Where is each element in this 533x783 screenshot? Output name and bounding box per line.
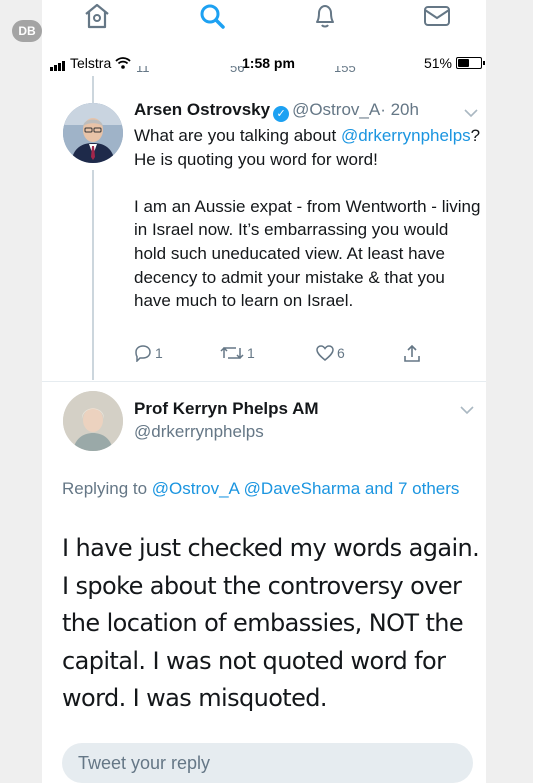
chevron-down-icon[interactable]: [464, 108, 478, 118]
replying-label: Replying to: [62, 479, 152, 498]
reply-input[interactable]: Tweet your reply: [62, 743, 473, 783]
user-badge: DB: [12, 20, 42, 42]
reply-icon: [135, 345, 151, 362]
screenshot-frame-left: [0, 0, 42, 783]
tweet-text: What are you talking about @drkerrynphel…: [134, 124, 484, 313]
avatar[interactable]: [63, 103, 123, 163]
previous-reply-count: 11: [136, 66, 150, 75]
share-button[interactable]: [402, 344, 422, 364]
previous-tweet-actions: 11 56 155: [120, 66, 440, 78]
person-avatar-icon: [63, 391, 123, 451]
messages-icon[interactable]: [422, 2, 452, 30]
search-icon[interactable]: [197, 2, 227, 30]
like-count: 6: [337, 345, 345, 361]
thread-line: [92, 76, 94, 104]
notifications-icon[interactable]: [310, 2, 340, 30]
tweet-text: I have just checked my words again. I sp…: [62, 534, 480, 712]
author-name[interactable]: Arsen Ostrovsky: [134, 100, 270, 119]
author-name[interactable]: Prof Kerryn Phelps AM: [134, 399, 319, 419]
previous-like-count: 155: [334, 66, 356, 75]
top-navigation: [42, 0, 486, 38]
verified-badge-icon: ✓: [273, 106, 290, 122]
home-icon[interactable]: [82, 2, 112, 30]
retweet-count: 1: [247, 345, 255, 361]
mention-link[interactable]: @drkerrynphelps: [341, 126, 471, 145]
retweet-icon: [220, 346, 244, 360]
signal-icon: [50, 55, 66, 71]
person-avatar-icon: [63, 103, 123, 163]
reply-placeholder: Tweet your reply: [78, 753, 211, 773]
avatar[interactable]: [63, 391, 123, 451]
replying-to-link[interactable]: @Ostrov_A @DaveSharma and 7 others: [152, 479, 460, 498]
chevron-down-icon[interactable]: [460, 405, 474, 415]
author-handle[interactable]: @Ostrov_A: [292, 100, 380, 119]
reply-count: 1: [155, 345, 163, 361]
screenshot-frame-right: [486, 0, 533, 783]
battery-icon: [456, 57, 485, 69]
divider: [42, 381, 486, 382]
author-handle[interactable]: @drkerrynphelps: [134, 422, 264, 442]
previous-retweet-count: 56: [230, 66, 245, 75]
share-icon: [404, 344, 420, 362]
like-button[interactable]: 6: [316, 344, 345, 362]
tweet-header: Arsen Ostrovsky ✓ @Ostrov_A· 20h: [134, 100, 419, 122]
retweet-button[interactable]: 1: [220, 344, 255, 362]
carrier-name: Telstra: [70, 55, 112, 71]
tweet-paragraph: I am an Aussie expat - from Wentworth - …: [134, 196, 481, 311]
tweet-actions: 1 1 6: [134, 344, 434, 366]
heart-icon: [316, 345, 334, 361]
thread-line: [92, 170, 94, 380]
tweet-time: · 20h: [380, 100, 419, 119]
tweet-text-part: What are you talking about: [134, 126, 341, 145]
reply-button[interactable]: 1: [134, 344, 163, 362]
replying-to: Replying to @Ostrov_A @DaveSharma and 7 …: [62, 476, 462, 501]
